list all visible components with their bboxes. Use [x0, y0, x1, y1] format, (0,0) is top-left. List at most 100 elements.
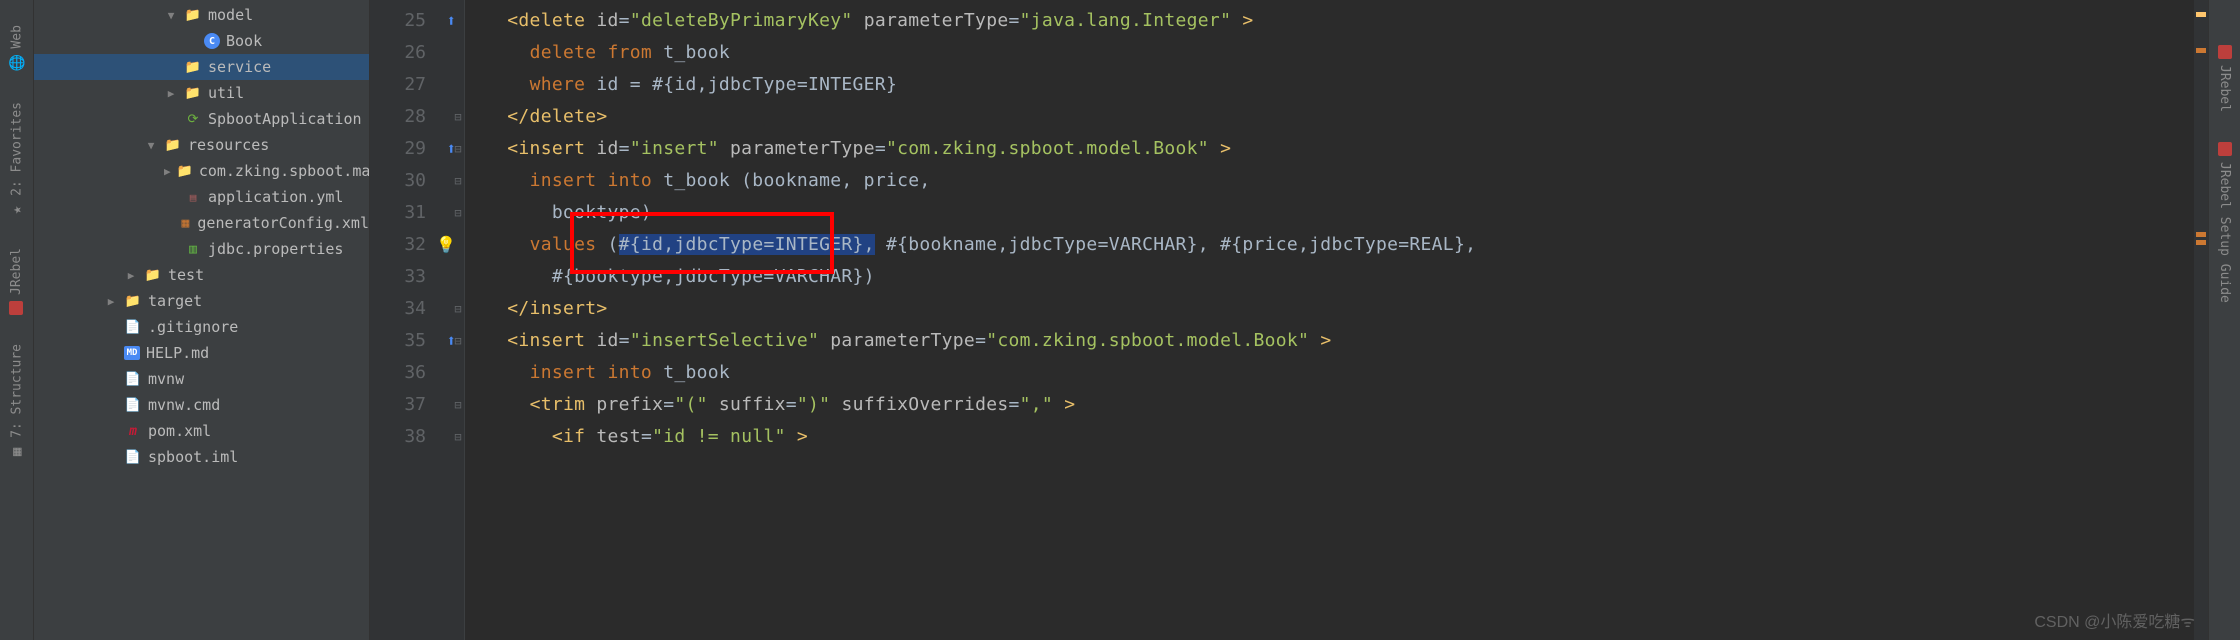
code-line[interactable]: values (#{id,jdbcType=INTEGER}, #{bookna… [485, 229, 2194, 261]
line-number[interactable]: 33 [370, 261, 464, 293]
intention-bulb-icon[interactable]: 💡 [436, 229, 456, 261]
yml-icon: ▤ [184, 188, 202, 206]
code-line[interactable]: delete from t_book [485, 37, 2194, 69]
line-number[interactable]: 27 [370, 69, 464, 101]
line-number[interactable]: 30⊟ [370, 165, 464, 197]
toolwindow-structure[interactable]: ▦ 7: Structure [5, 329, 29, 475]
line-number[interactable]: 38⊟ [370, 421, 464, 453]
project-tree[interactable]: 📁modelCBook📁service📁util⟳SpbootApplicati… [34, 0, 370, 640]
code-line[interactable]: #{booktype,jdbcType=VARCHAR}) [485, 261, 2194, 293]
line-number[interactable]: 35⬆⊟ [370, 325, 464, 357]
tree-arrow-icon[interactable] [104, 295, 118, 308]
markdown-icon: MD [124, 346, 140, 360]
fold-icon[interactable]: ⊟ [451, 334, 465, 348]
code-line[interactable]: <delete id="deleteByPrimaryKey" paramete… [485, 5, 2194, 37]
toolwindow-jrebel[interactable]: JRebel [5, 233, 28, 330]
code-line[interactable]: where id = #{id,jdbcType=INTEGER} [485, 69, 2194, 101]
code-line[interactable]: <insert id="insertSelective" parameterTy… [485, 325, 2194, 357]
code-line[interactable]: booktype) [485, 197, 2194, 229]
tree-item[interactable]: 📁target [34, 288, 369, 314]
code-line[interactable]: insert into t_book [485, 357, 2194, 389]
toolwindow-structure-label: 7: Structure [9, 344, 24, 438]
tree-item[interactable]: 📁 util [34, 80, 369, 106]
tree-item[interactable]: ▥jdbc.properties [34, 236, 369, 262]
folder-icon: 📁 [184, 84, 202, 102]
fold-icon[interactable]: ⊟ [451, 142, 465, 156]
code-line[interactable]: <insert id="insert" parameterType="com.z… [485, 133, 2194, 165]
line-number[interactable]: 26 [370, 37, 464, 69]
tree-item[interactable]: 📁resources [34, 132, 369, 158]
stripe-marker[interactable] [2196, 48, 2206, 53]
toolwindow-jrebel-guide[interactable]: JRebel Setup Guide [2213, 127, 2236, 318]
properties-icon: ▥ [184, 240, 202, 258]
tree-item[interactable]: 📁 com.zking.spboot.mapper [34, 158, 369, 184]
code-editor[interactable]: <delete id="deleteByPrimaryKey" paramete… [465, 0, 2194, 640]
tree-item-label: .gitignore [148, 318, 238, 336]
tree-item[interactable]: ▦generatorConfig.xml [34, 210, 369, 236]
tree-arrow-icon[interactable] [164, 9, 178, 22]
tree-item-label: SpbootApplication [208, 110, 362, 128]
tree-item[interactable]: 📁test [34, 262, 369, 288]
tree-item[interactable]: mpom.xml [34, 418, 369, 444]
toolwindow-web[interactable]: 🌐 Web [5, 10, 29, 87]
toolwindow-jrebel-right[interactable]: JRebel [2213, 30, 2236, 127]
tree-item[interactable]: 📄.gitignore [34, 314, 369, 340]
line-number[interactable]: 28⊟ [370, 101, 464, 133]
stripe-marker[interactable] [2196, 232, 2206, 237]
tree-arrow-icon[interactable] [144, 139, 158, 152]
line-number[interactable]: 37⊟ [370, 389, 464, 421]
stripe-marker[interactable] [2196, 240, 2206, 245]
tree-item[interactable]: ⟳ SpbootApplication [34, 106, 369, 132]
tree-arrow-icon[interactable] [164, 87, 178, 100]
fold-icon[interactable]: ⊟ [451, 206, 465, 220]
tree-arrow-icon[interactable] [124, 269, 138, 282]
override-up-icon[interactable]: ⬆ [446, 5, 456, 37]
spring-icon: ⟳ [184, 110, 202, 128]
line-number[interactable]: 36 [370, 357, 464, 389]
code-line[interactable]: <trim prefix="(" suffix=")" suffixOverri… [485, 389, 2194, 421]
file-icon: 📄 [124, 370, 142, 388]
star-icon: ★ [9, 202, 25, 218]
xml-icon: ▦ [179, 214, 191, 232]
editor-area: 25⬆262728⊟29⬆⊟30⊟31⊟32💡3334⊟35⬆⊟3637⊟38⊟… [370, 0, 2208, 640]
fold-icon[interactable]: ⊟ [451, 430, 465, 444]
tree-arrow-icon[interactable] [164, 165, 171, 178]
folder-icon: 📁 [184, 58, 202, 76]
editor-gutter[interactable]: 25⬆262728⊟29⬆⊟30⊟31⊟32💡3334⊟35⬆⊟3637⊟38⊟ [370, 0, 465, 640]
line-number[interactable]: 31⊟ [370, 197, 464, 229]
error-stripe[interactable] [2194, 0, 2208, 640]
line-number[interactable]: 25⬆ [370, 5, 464, 37]
toolwindow-favorites[interactable]: ★ 2: Favorites [5, 87, 29, 233]
line-number[interactable]: 32💡 [370, 229, 464, 261]
tree-item-label: util [208, 84, 244, 102]
fold-icon[interactable]: ⊟ [451, 302, 465, 316]
code-line[interactable]: </delete> [485, 101, 2194, 133]
stripe-marker[interactable] [2196, 12, 2206, 17]
left-toolbar: 🌐 Web ★ 2: Favorites JRebel ▦ 7: Structu… [0, 0, 34, 640]
code-line[interactable]: </insert> [485, 293, 2194, 325]
fold-icon[interactable]: ⊟ [451, 174, 465, 188]
tree-item-label: pom.xml [148, 422, 211, 440]
line-number[interactable]: 34⊟ [370, 293, 464, 325]
tree-item[interactable]: 📁service [34, 54, 369, 80]
line-number[interactable]: 29⬆⊟ [370, 133, 464, 165]
fold-icon[interactable]: ⊟ [451, 398, 465, 412]
fold-icon[interactable]: ⊟ [451, 110, 465, 124]
tree-item[interactable]: CBook [34, 28, 369, 54]
tree-item[interactable]: 📄mvnw.cmd [34, 392, 369, 418]
tree-item[interactable]: 📄mvnw [34, 366, 369, 392]
globe-icon: 🌐 [8, 55, 25, 71]
tree-item-label: com.zking.spboot.mapper [199, 162, 370, 180]
right-toolbar: JRebel JRebel Setup Guide [2208, 0, 2240, 640]
tree-item[interactable]: ▤application.yml [34, 184, 369, 210]
file-icon: 📄 [124, 396, 142, 414]
toolwindow-jrebel-label: JRebel [9, 248, 24, 295]
toolwindow-jrebel-right-label: JRebel [2217, 65, 2232, 112]
tree-item-label: model [208, 6, 253, 24]
tree-item[interactable]: MDHELP.md [34, 340, 369, 366]
folder-icon: 📁 [177, 162, 193, 180]
tree-item[interactable]: 📁model [34, 2, 369, 28]
code-line[interactable]: insert into t_book (bookname, price, [485, 165, 2194, 197]
code-line[interactable]: <if test="id != null" > [485, 421, 2194, 453]
tree-item[interactable]: 📄spboot.iml [34, 444, 369, 470]
